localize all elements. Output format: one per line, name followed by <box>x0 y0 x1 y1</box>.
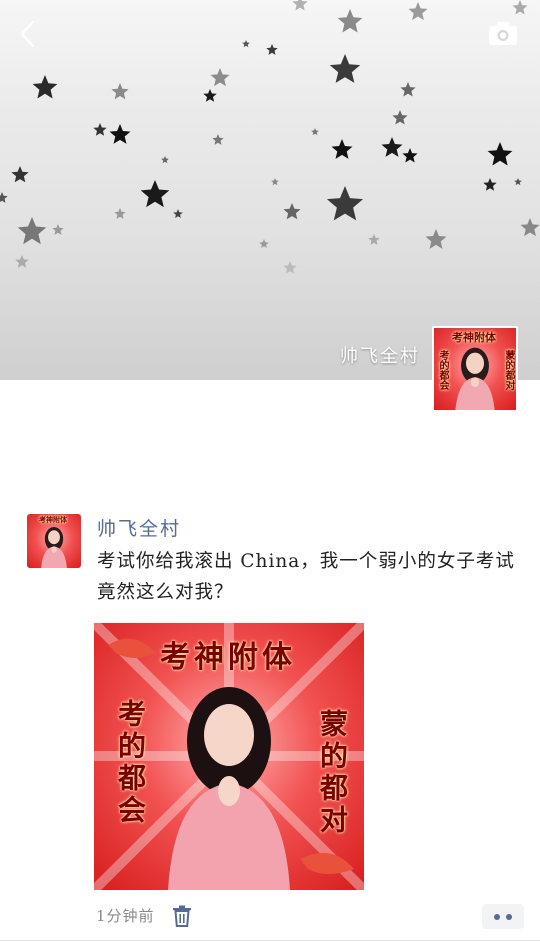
moments-page: 帅飞全村 考神附体 考的都会 蒙的都对 考神附体 帅飞全村 考试你给我滚出 Ch… <box>0 0 540 942</box>
delete-post-button[interactable] <box>172 905 192 927</box>
camera-icon <box>489 22 517 45</box>
star-pattern <box>0 0 540 274</box>
avatar-banner-top: 考神附体 <box>452 331 496 344</box>
star-shape <box>400 82 416 97</box>
star-shape <box>259 239 269 248</box>
star-shape <box>212 134 224 145</box>
back-button[interactable] <box>14 18 42 50</box>
post-divider <box>0 940 540 941</box>
post-text: 考试你给我滚出 China，我一个弱小的女子考试竟然这么对我？ <box>97 551 515 603</box>
star-shape <box>283 203 301 220</box>
star-shape <box>11 166 29 183</box>
post-image[interactable]: 考神附体 考的都会 蒙的都对 <box>94 623 364 890</box>
star-shape <box>311 128 319 136</box>
star-shape <box>326 186 364 221</box>
star-shape <box>52 224 64 235</box>
profile-avatar[interactable]: 考神附体 考的都会 蒙的都对 <box>432 326 518 412</box>
post-timestamp: 1分钟前 <box>96 907 155 925</box>
camera-button[interactable] <box>488 20 518 46</box>
post-author-name[interactable]: 帅飞全村 <box>97 514 181 541</box>
star-shape <box>210 68 230 87</box>
star-shape <box>161 156 169 164</box>
star-shape <box>329 54 361 83</box>
star-shape <box>487 142 513 166</box>
star-shape <box>381 137 403 157</box>
star-shape <box>514 178 522 186</box>
star-shape <box>140 180 170 208</box>
post-author-avatar[interactable]: 考神附体 <box>27 514 81 568</box>
star-shape <box>292 0 308 11</box>
star-shape <box>114 208 126 219</box>
star-shape <box>271 178 279 186</box>
star-shape <box>520 218 540 237</box>
cover-username: 帅飞全村 <box>340 346 420 367</box>
star-shape <box>0 192 8 203</box>
star-shape <box>109 124 131 144</box>
star-shape <box>203 89 217 102</box>
more-actions-button[interactable] <box>482 904 524 929</box>
star-shape <box>425 229 447 249</box>
trash-icon <box>173 905 191 927</box>
star-shape <box>368 234 380 245</box>
star-shape <box>392 110 408 125</box>
image-banner-right: 蒙的都对 <box>316 709 349 837</box>
star-shape <box>17 217 47 245</box>
star-shape <box>512 0 528 15</box>
star-shape <box>483 178 497 191</box>
star-shape <box>32 75 58 99</box>
star-shape <box>173 209 183 218</box>
star-shape <box>408 2 428 21</box>
dot <box>506 914 512 920</box>
star-shape <box>242 40 250 48</box>
chevron-left-icon <box>20 20 35 48</box>
star-shape <box>15 255 29 268</box>
star-shape <box>331 139 353 159</box>
star-shape <box>111 83 129 100</box>
star-shape <box>337 9 363 33</box>
avatar-banner-left: 考的都会 <box>437 350 448 390</box>
avatar-banner-right: 蒙的都对 <box>503 350 514 390</box>
star-shape <box>266 44 278 55</box>
image-banner-left: 考的都会 <box>114 699 147 827</box>
star-shape <box>402 148 418 163</box>
avatar-banner-top: 考神附体 <box>39 515 67 524</box>
star-shape <box>93 123 107 136</box>
dot <box>494 914 500 920</box>
cover-image[interactable]: 帅飞全村 <box>0 0 540 380</box>
image-banner-top: 考神附体 <box>160 640 296 675</box>
star-shape <box>283 261 297 274</box>
